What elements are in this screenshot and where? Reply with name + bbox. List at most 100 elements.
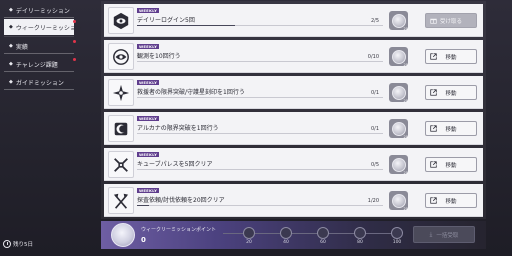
progress-count: 2/5 [370,18,379,24]
progress-count: 0/1 [370,90,379,96]
mission-category-sidebar: ◆ デイリーミッション ◆ ウィークリーミッション ◆ 実績 ◆ チャレンジ課題… [0,0,98,256]
claim-all-button[interactable]: ⤓ 一括受取 [413,226,475,243]
milestone-label: 60 [320,240,326,245]
point-coin-icon [391,157,406,172]
reward-item[interactable]: 20 [389,155,408,175]
milestone-label: 40 [283,240,289,245]
mission-row: WEEKLY アルカナの限界突破を1回行う 0/1 20 移動 [104,112,483,145]
weekly-tag: WEEKLY [137,116,160,121]
reward-quantity: 20 [403,63,408,67]
go-button-label: 移動 [445,162,457,169]
point-coin-icon [391,193,406,208]
sidebar-item-challenges[interactable]: ◆ チャレンジ課題 [4,57,76,72]
weekly-tag: WEEKLY [137,188,160,193]
remaining-time-text: 残り5日 [13,241,33,248]
milestone-reward-80[interactable] [354,227,366,239]
milestone-label: 100 [392,240,402,245]
sidebar-item-label: ウィークリーミッション [15,24,82,32]
spiral-eye-icon [113,48,129,65]
weekly-tag: WEEKLY [137,44,160,49]
remaining-time: 残り5日 [3,238,33,249]
weekly-tag: WEEKLY [137,152,160,157]
go-button[interactable]: 移動 [425,121,477,136]
progress-bar [137,133,383,134]
star-burst-icon [112,84,130,101]
external-link-icon [430,125,437,132]
mission-icon-box [108,7,134,34]
claim-all-label: 一括受取 [436,232,459,239]
mission-title: 救援者の限界突破/守護星刻印を1回行う [137,89,245,96]
notification-dot [73,20,76,23]
diamond-icon: ◆ [9,61,13,67]
download-icon: ⤓ [429,230,433,238]
go-button[interactable]: 移動 [425,49,477,64]
reward-quantity: 20 [403,171,408,175]
sidebar-item-label: デイリーミッション [15,7,70,15]
external-link-icon [430,197,437,204]
reward-item[interactable]: 20 [389,191,408,211]
progress-count: 0/5 [370,162,379,168]
sidebar-item-weekly[interactable]: ◆ ウィークリーミッション [4,19,82,35]
progress-fill [137,25,236,26]
mission-list[interactable]: WEEKLY デイリーログイン5回 2/5 20 受け取る WEEKLY 観測を… [101,1,486,219]
milestone-reward-40[interactable] [280,227,292,239]
milestone-reward-20[interactable] [243,227,255,239]
mission-icon-box [108,43,134,70]
reward-item[interactable]: 20 [389,11,408,31]
mission-row: WEEKLY デイリーログイン5回 2/5 20 受け取る [104,4,483,37]
point-coin-icon [391,49,406,64]
mission-title: キューブパレスを5回クリア [137,161,213,168]
reward-quantity: 20 [403,99,408,103]
milestone-label: 20 [246,240,252,245]
crossed-axes-icon [113,193,129,209]
notification-dot [73,40,76,43]
notification-dot [73,58,76,61]
reward-quantity: 20 [403,27,408,31]
go-button[interactable]: 移動 [425,85,477,100]
reward-item[interactable]: 20 [389,47,408,67]
sidebar-item-label: 実績 [15,43,28,51]
mission-row: WEEKLY キューブパレスを5回クリア 0/5 20 移動 [104,148,483,181]
go-button-label: 移動 [445,54,457,61]
progress-count: 1/20 [367,198,379,204]
points-value: 0 [141,236,146,244]
go-button[interactable]: 移動 [425,157,477,172]
diamond-icon: ◆ [9,24,13,30]
mission-icon-box [108,187,134,214]
diamond-icon: ◆ [9,43,13,49]
mission-title: 探査依頼/討伐依頼を20回クリア [137,197,225,204]
sidebar-item-achievements[interactable]: ◆ 実績 [4,39,76,54]
crescent-icon [114,122,128,135]
external-link-icon [430,161,437,168]
claim-button[interactable]: 受け取る [425,13,477,28]
mission-icon-box [108,79,134,106]
point-coin-icon [391,121,406,136]
progress-bar [137,205,383,206]
mission-row: WEEKLY 観測を10回行う 0/10 20 移動 [104,40,483,73]
progress-bar [137,97,383,98]
go-button[interactable]: 移動 [425,193,477,208]
mission-row: WEEKLY 救援者の限界突破/守護星刻印を1回行う 0/1 20 移動 [104,76,483,109]
sidebar-item-label: チャレンジ課題 [15,61,58,69]
progress-bar [137,25,383,26]
reward-item[interactable]: 20 [389,83,408,103]
mission-title: アルカナの限界突破を1回行う [137,125,219,132]
milestone-reward-100[interactable] [391,227,403,239]
progress-bar [137,61,383,62]
mission-title: デイリーログイン5回 [137,17,195,24]
sidebar-item-label: ガイドミッション [15,79,64,87]
go-button-label: 移動 [445,90,457,97]
go-button-label: 移動 [445,126,457,133]
mission-icon-box [108,151,134,178]
sidebar-item-guide[interactable]: ◆ ガイドミッション [4,75,74,90]
milestone-reward-60[interactable] [317,227,329,239]
reward-item[interactable]: 20 [389,119,408,139]
point-coin-icon [391,13,406,28]
mission-row: WEEKLY 探査依頼/討伐依頼を20回クリア 1/20 20 移動 [104,184,483,217]
sidebar-item-daily[interactable]: ◆ デイリーミッション [4,3,74,18]
external-link-icon [430,89,437,96]
go-button-label: 移動 [445,198,457,205]
external-link-icon [430,53,437,60]
mission-icon-box [108,115,134,142]
claim-button-label: 受け取る [439,18,462,25]
